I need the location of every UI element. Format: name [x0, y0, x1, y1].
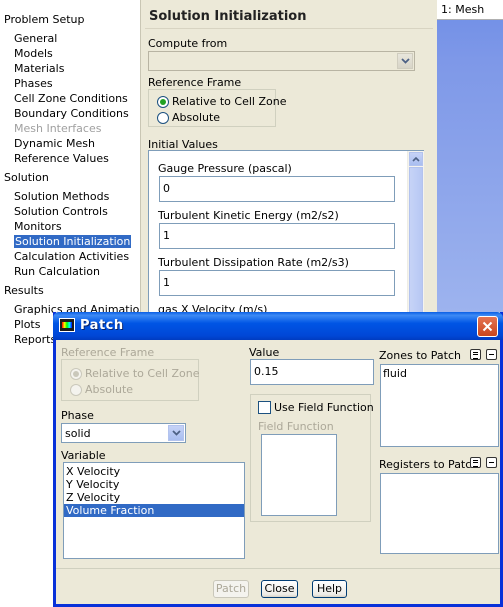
scroll-up-icon[interactable]: [409, 152, 423, 166]
variable-item-y-velocity[interactable]: Y Velocity: [64, 478, 244, 491]
tree-item-phases[interactable]: Phases: [14, 77, 53, 91]
chevron-down-icon: [397, 53, 413, 69]
solution-initialization-panel: Solution Initialization Compute from Ref…: [140, 0, 437, 312]
radio-unselected-icon: [157, 111, 169, 124]
tree-item-calculation-activities[interactable]: Calculation Activities: [14, 250, 129, 264]
dialog-titlebar[interactable]: Patch: [53, 312, 503, 340]
graphics-window[interactable]: 1: Mesh: [437, 0, 503, 312]
title-divider: [145, 28, 433, 29]
dialog-reference-frame-group: Relative to Cell Zone Absolute: [61, 359, 199, 401]
registers-to-patch-label: Registers to Patch: [379, 458, 479, 471]
deselect-all-registers-icon[interactable]: [486, 457, 497, 468]
dialog-radio-absolute: Absolute: [70, 383, 133, 396]
field-function-group: Use Field Function Field Function: [250, 394, 374, 522]
variable-item-x-velocity[interactable]: X Velocity: [64, 465, 244, 478]
field-function-listbox[interactable]: [261, 434, 337, 516]
select-all-registers-icon[interactable]: [470, 457, 481, 468]
radio-unselected-icon: [70, 383, 82, 396]
radio-relative-to-cell-zone[interactable]: Relative to Cell Zone: [157, 95, 286, 108]
initial-values-scrollbar[interactable]: [407, 151, 424, 312]
turbulent-kinetic-energy-label: Turbulent Kinetic Energy (m2/s2): [158, 209, 339, 222]
tree-item-models[interactable]: Models: [14, 47, 53, 61]
zone-item-fluid[interactable]: fluid: [381, 367, 498, 380]
value-label: Value: [249, 346, 280, 359]
tree-item-monitors[interactable]: Monitors: [14, 220, 62, 234]
reference-frame-label: Reference Frame: [148, 76, 242, 89]
tree-item-cell-zone-conditions[interactable]: Cell Zone Conditions: [14, 92, 128, 106]
tree-item-mesh-interfaces: Mesh Interfaces: [14, 122, 102, 135]
patch-dialog: Patch Reference Frame Relative to Cell Z…: [53, 312, 503, 607]
value-input[interactable]: 0.15: [250, 359, 374, 385]
radio-label: Absolute: [172, 111, 221, 124]
chevron-down-icon: [168, 425, 184, 441]
turbulent-dissipation-rate-label: Turbulent Dissipation Rate (m2/s3): [158, 256, 349, 269]
use-field-function-checkbox[interactable]: Use Field Function: [258, 401, 374, 414]
dialog-reference-frame-label: Reference Frame: [61, 346, 155, 359]
scroll-thumb[interactable]: [409, 167, 423, 312]
phase-dropdown[interactable]: solid: [61, 423, 186, 443]
use-field-function-label: Use Field Function: [274, 401, 374, 414]
turbulent-kinetic-energy-input[interactable]: 1: [159, 223, 395, 249]
variable-item-volume-fraction[interactable]: Volume Fraction: [64, 504, 244, 517]
patch-button[interactable]: Patch: [213, 580, 249, 598]
tree-item-reports[interactable]: Reports: [14, 333, 56, 347]
field-function-label: Field Function: [258, 420, 334, 433]
panel-title: Solution Initialization: [149, 9, 307, 24]
tree-item-dynamic-mesh[interactable]: Dynamic Mesh: [14, 137, 95, 151]
zones-to-patch-listbox[interactable]: fluid: [380, 364, 499, 447]
tree-item-general[interactable]: General: [14, 32, 57, 46]
radio-label: Relative to Cell Zone: [85, 367, 200, 380]
checkbox-unchecked-icon: [258, 401, 271, 414]
radio-absolute[interactable]: Absolute: [157, 111, 220, 124]
compute-from-label: Compute from: [148, 37, 228, 50]
reference-frame-group: Relative to Cell Zone Absolute: [148, 89, 286, 127]
registers-to-patch-listbox[interactable]: [380, 473, 499, 554]
radio-selected-icon: [157, 95, 169, 108]
select-all-zones-icon[interactable]: [470, 349, 481, 360]
close-icon[interactable]: [477, 316, 498, 337]
button-bar-divider: [56, 568, 500, 569]
tree-item-solution-initialization[interactable]: Solution Initialization: [14, 235, 132, 249]
tree-item-run-calculation[interactable]: Run Calculation: [14, 265, 100, 279]
dialog-radio-relative-to-cell-zone: Relative to Cell Zone: [70, 367, 199, 380]
gauge-pressure-label: Gauge Pressure (pascal): [158, 162, 292, 175]
gauge-pressure-input[interactable]: 0: [159, 176, 395, 202]
tree-item-solution-methods[interactable]: Solution Methods: [14, 190, 109, 204]
tree-item-materials[interactable]: Materials: [14, 62, 64, 76]
tree-section-solution[interactable]: Solution: [4, 171, 49, 185]
phase-label: Phase: [61, 409, 94, 422]
turbulent-dissipation-rate-input[interactable]: 1: [159, 270, 395, 296]
graphics-tab-mesh[interactable]: 1: Mesh: [437, 0, 503, 20]
tree-item-solution-controls[interactable]: Solution Controls: [14, 205, 108, 219]
radio-label: Absolute: [85, 383, 134, 396]
tree-item-label: Solution Initialization: [14, 235, 132, 248]
close-button[interactable]: Close: [261, 580, 298, 598]
initial-values-scroll-panel: Gauge Pressure (pascal) 0 Turbulent Kine…: [148, 150, 424, 312]
variable-label: Variable: [61, 449, 106, 462]
variable-listbox[interactable]: X Velocity Y Velocity Z Velocity Volume …: [63, 462, 245, 559]
variable-item-z-velocity[interactable]: Z Velocity: [64, 491, 244, 504]
compute-from-dropdown[interactable]: [148, 51, 415, 71]
zones-to-patch-label: Zones to Patch: [379, 349, 461, 362]
tree-item-boundary-conditions[interactable]: Boundary Conditions: [14, 107, 129, 121]
dialog-title: Patch: [80, 318, 124, 333]
deselect-all-zones-icon[interactable]: [486, 349, 497, 360]
fluent-app-icon: [59, 318, 75, 332]
radio-selected-icon: [70, 367, 82, 380]
tree-section-problem-setup[interactable]: Problem Setup: [4, 13, 85, 27]
tree-section-results[interactable]: Results: [4, 284, 44, 298]
tree-item-reference-values[interactable]: Reference Values: [14, 152, 109, 166]
gas-x-velocity-label: gas X Velocity (m/s): [158, 303, 268, 312]
phase-value: solid: [65, 427, 91, 440]
help-button[interactable]: Help: [312, 580, 347, 598]
radio-label: Relative to Cell Zone: [172, 95, 287, 108]
tree-item-plots[interactable]: Plots: [14, 318, 40, 332]
